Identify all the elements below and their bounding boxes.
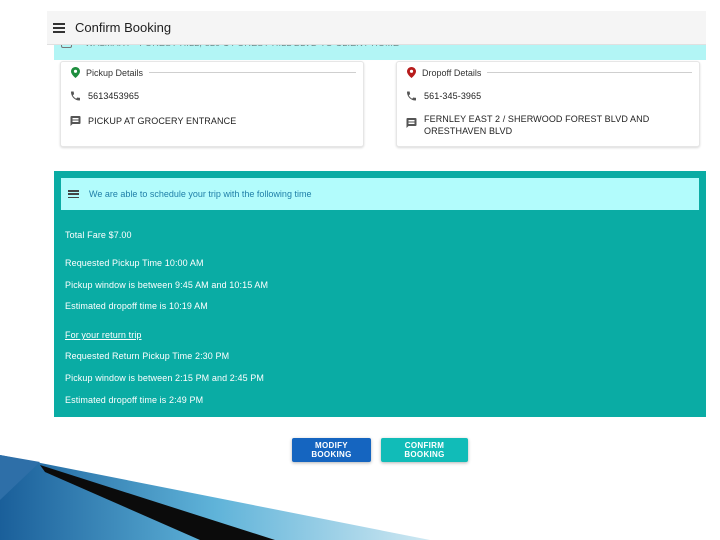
dropoff-note-row: FERNLEY EAST 2 / SHERWOOD FOREST BLVD AN… [405,113,649,137]
dropoff-heading: Dropoff Details [422,67,482,78]
pickup-note-row: PICKUP AT GROCERY ENTRANCE [69,115,236,127]
pickup-phone[interactable]: 5613453965 [88,90,139,102]
map-pin-icon [407,67,416,78]
map-pin-icon [71,67,80,78]
phone-icon [407,91,416,101]
total-fare: Total Fare $7.00 [65,230,132,240]
header-divider [487,72,692,73]
comment-icon [70,116,81,126]
dropoff-note-line-2: ORESTHAVEN BLVD [424,126,513,136]
schedule-banner: We are able to schedule your trip with t… [61,178,699,210]
pickup-details-card: Pickup Details 5613453965 PICKUP AT GROC… [60,61,364,147]
app-bar: Confirm Booking [47,11,706,45]
dropoff-note-line-1: FERNLEY EAST 2 / SHERWOOD FOREST BLVD AN… [424,114,650,124]
phone-icon [71,91,80,101]
pickup-note: PICKUP AT GROCERY ENTRANCE [88,116,237,126]
pickup-header: Pickup Details [71,67,356,78]
decorative-corner-graphic [0,455,430,540]
pickup-phone-row: 5613453965 [69,90,139,102]
page-title: Confirm Booking [75,20,172,35]
notes-icon [68,190,79,198]
pickup-window: Pickup window is between 9:45 AM and 10:… [65,280,269,290]
dropoff-phone-row: 561-345-3965 [405,90,481,102]
header-divider [149,72,356,73]
requested-return-pickup: Requested Return Pickup Time 2:30 PM [65,351,230,361]
pickup-heading: Pickup Details [86,67,144,78]
return-estimated-dropoff: Estimated dropoff time is 2:49 PM [65,395,204,405]
banner-text: We are able to schedule your trip with t… [89,189,312,199]
comment-icon [406,118,417,128]
dropoff-details-card: Dropoff Details 561-345-3965 FERNLEY EAS… [396,61,700,147]
dropoff-note: FERNLEY EAST 2 / SHERWOOD FOREST BLVD AN… [424,113,649,137]
estimated-dropoff: Estimated dropoff time is 10:19 AM [65,301,208,311]
dropoff-phone[interactable]: 561-345-3965 [424,90,481,102]
return-trip-link[interactable]: For your return trip [65,330,142,340]
requested-pickup-time: Requested Pickup Time 10:00 AM [65,258,204,268]
schedule-panel: We are able to schedule your trip with t… [54,171,706,417]
return-pickup-window: Pickup window is between 2:15 PM and 2:4… [65,373,265,383]
dropoff-header: Dropoff Details [407,67,692,78]
hamburger-menu-icon[interactable] [53,22,65,33]
